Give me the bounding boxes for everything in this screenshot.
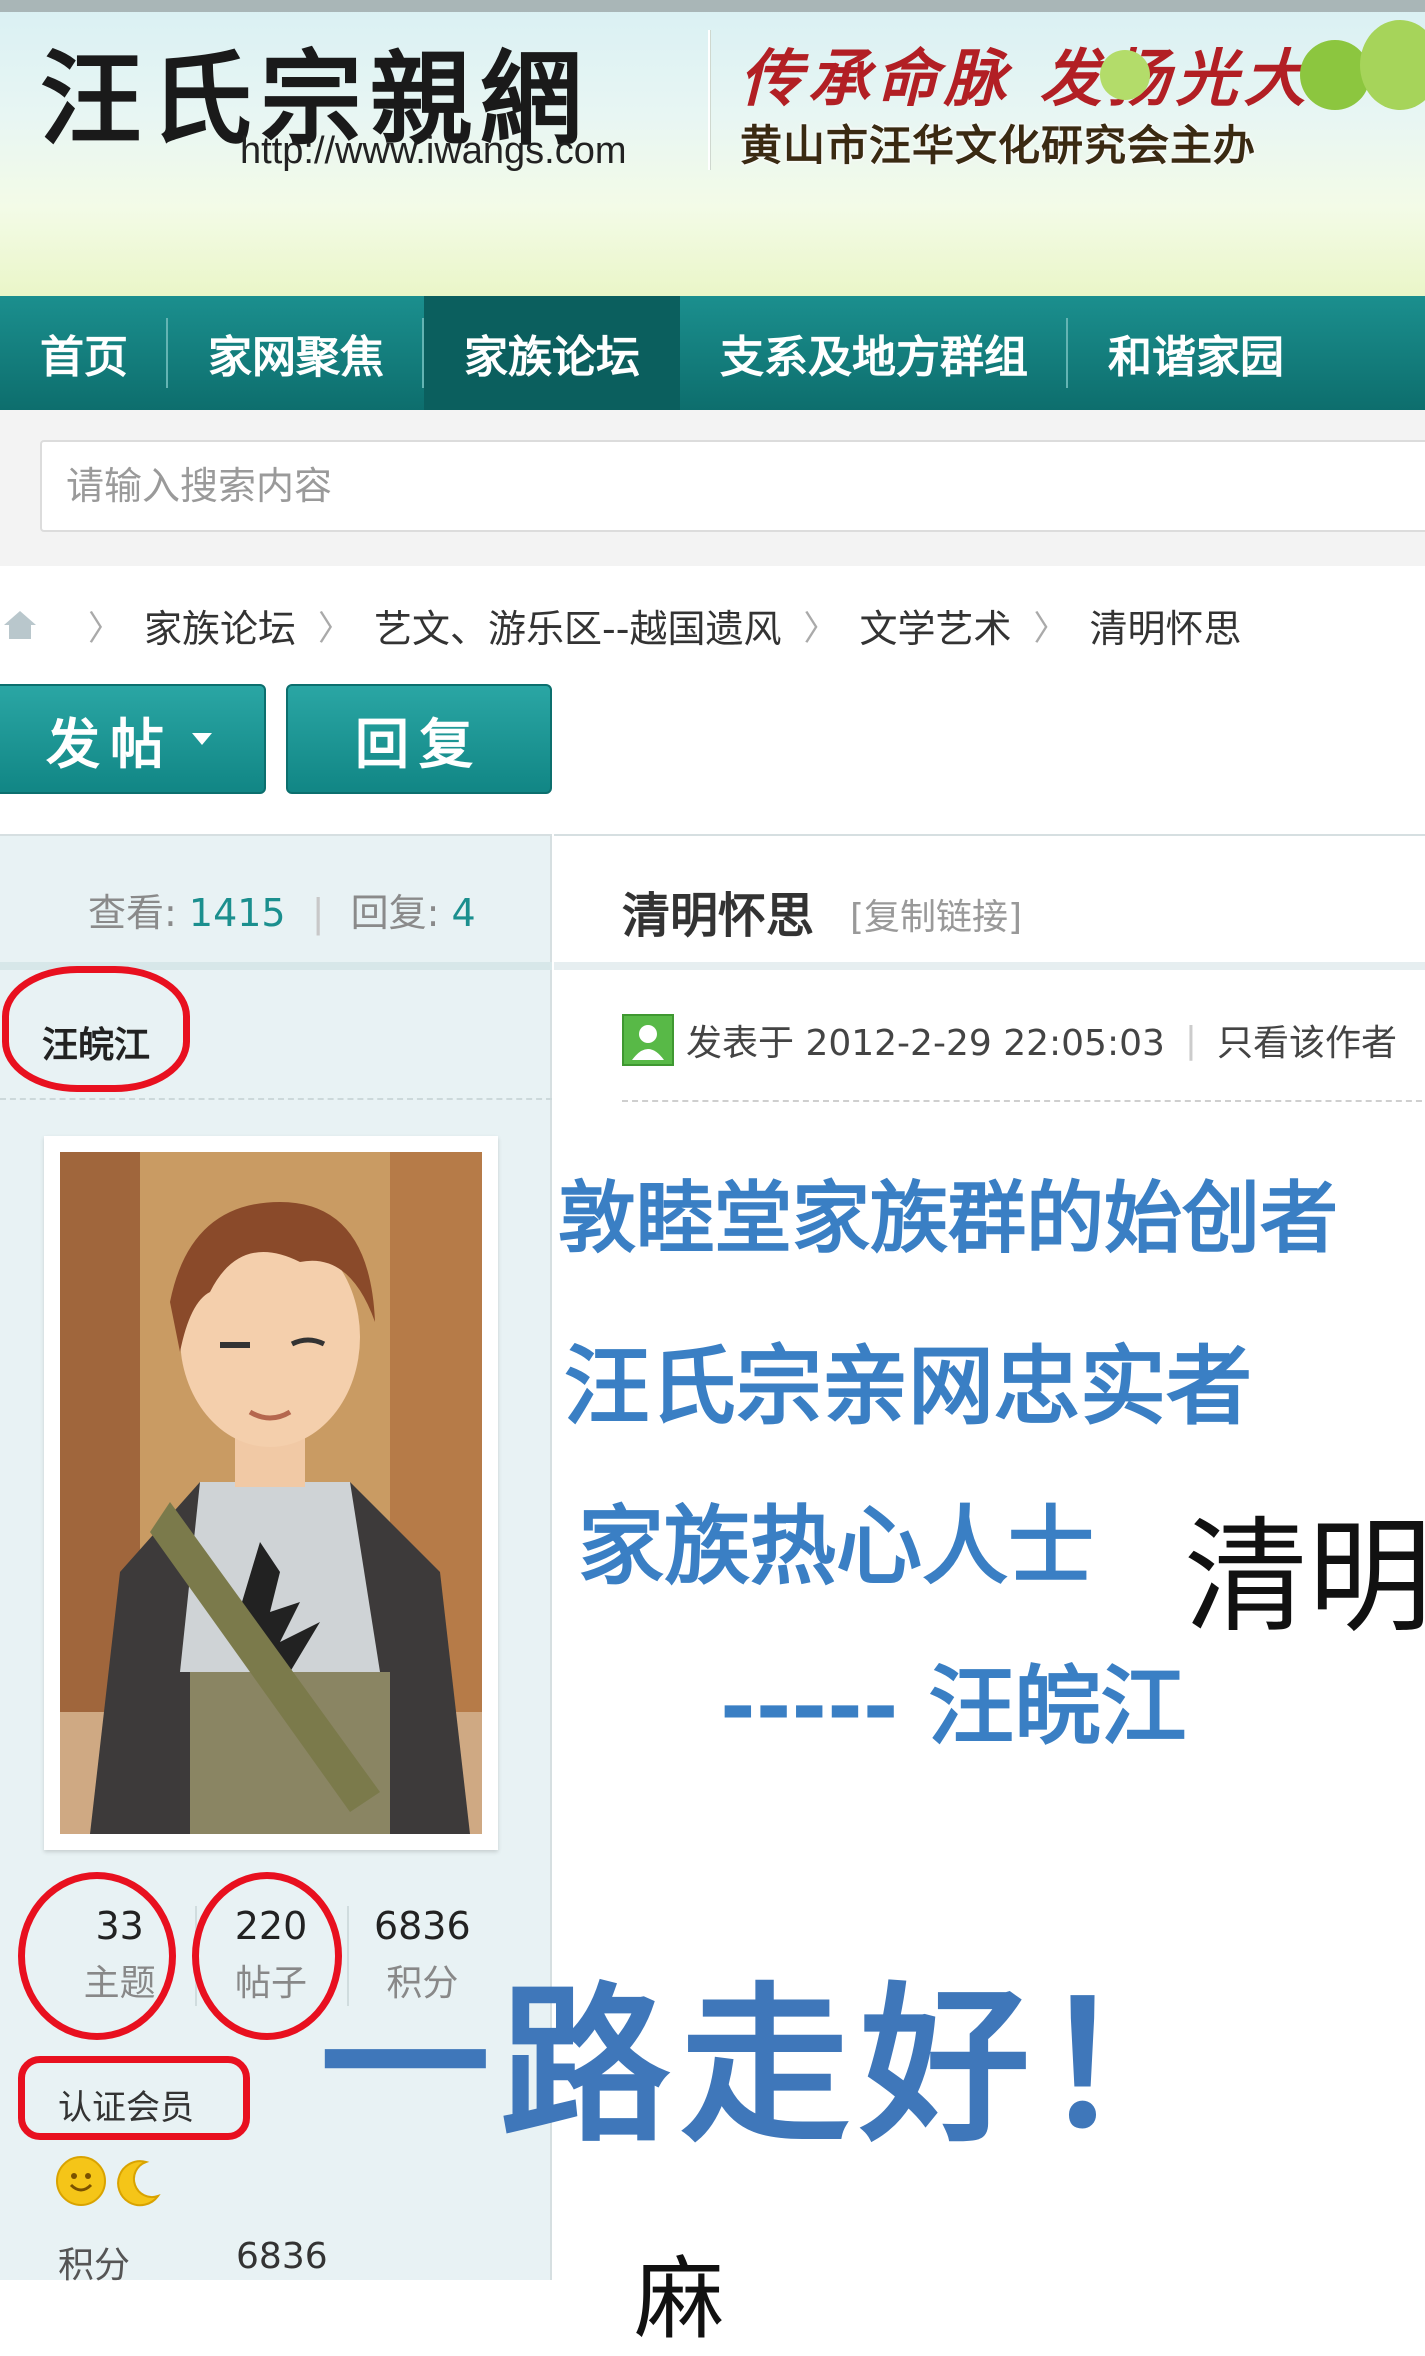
nav-item-forum[interactable]: 家族论坛 xyxy=(424,296,680,410)
avatar[interactable] xyxy=(44,1136,498,1850)
annotation-circle xyxy=(2,966,190,1092)
main-nav: 首页 家网聚焦 家族论坛 支系及地方群组 和谐家园 xyxy=(0,296,1425,410)
reply-button[interactable]: 回复 xyxy=(286,684,552,794)
score-label: 积分 xyxy=(58,2245,131,2286)
nav-item-home[interactable]: 首页 xyxy=(0,296,168,410)
score-value: 6836 xyxy=(236,2236,328,2277)
site-subtitle: 黄山市汪华文化研究会主办 xyxy=(740,121,1257,170)
breadcrumb: 〉 家族论坛 〉 艺文、游乐区--越国遗风 〉 文学艺术 〉 清明怀思 xyxy=(0,590,1241,660)
chevron-right-icon: 〉 xyxy=(803,608,838,649)
sidebar-divider xyxy=(0,1098,552,1100)
caret-down-icon xyxy=(192,733,212,745)
meta-separator: | xyxy=(1184,1019,1198,1061)
post-rule xyxy=(554,962,1425,970)
views-label: 查看: xyxy=(88,891,177,935)
image-text-line3: 家族热心人士 xyxy=(578,1497,1094,1597)
medals xyxy=(56,2156,164,2212)
tree-decoration xyxy=(1300,40,1370,110)
search-bar: 请输入搜索内容 xyxy=(0,410,1425,566)
new-post-label: 发帖 xyxy=(46,712,174,776)
breadcrumb-item[interactable]: 文学艺术 xyxy=(859,598,1011,653)
only-author-link[interactable]: 只看该作者 xyxy=(1217,1014,1397,1066)
image-text-black: 清明 xyxy=(1184,1506,1425,1650)
home-icon[interactable] xyxy=(0,605,40,645)
post-date: 发表于 2012-2-29 22:05:03 xyxy=(686,1023,1165,1064)
moon-medal-icon[interactable] xyxy=(112,2156,164,2208)
nav-item-groups[interactable]: 支系及地方群组 xyxy=(680,296,1068,410)
new-post-button[interactable]: 发帖 xyxy=(0,684,266,794)
tree-decoration xyxy=(1360,20,1425,110)
search-input[interactable]: 请输入搜索内容 xyxy=(40,440,1425,532)
replies-label: 回复: xyxy=(350,891,440,935)
image-text-line2: 汪氏宗亲网忠实者 xyxy=(564,1337,1252,1437)
chevron-right-icon: 〉 xyxy=(1033,608,1068,649)
image-text-line4: ----- 汪皖江 xyxy=(720,1657,1187,1757)
views-count: 1415 xyxy=(188,891,286,935)
thread-stats: 查看: 1415 | 回复: 4 xyxy=(88,882,476,937)
nav-item-harmony[interactable]: 和谐家园 xyxy=(1068,296,1324,410)
post-divider xyxy=(622,1100,1425,1102)
stats-separator: | xyxy=(311,891,325,935)
score-row: 积分 6836 xyxy=(58,2236,328,2288)
avatar-image xyxy=(60,1152,482,1834)
nav-item-focus[interactable]: 家网聚焦 xyxy=(168,296,424,410)
annotation-circle xyxy=(18,1872,176,2040)
breadcrumb-item[interactable]: 清明怀思 xyxy=(1089,598,1241,653)
post-meta: 发表于 2012-2-29 22:05:03 | 只看该作者 xyxy=(622,1014,1397,1066)
chevron-right-icon: 〉 xyxy=(318,608,353,649)
replies-count: 4 xyxy=(451,891,476,935)
breadcrumb-item[interactable]: 艺文、游乐区--越国遗风 xyxy=(374,598,781,653)
banner-divider xyxy=(708,30,710,170)
image-text-line1: 敦睦堂家族群的始创者 xyxy=(558,1174,1339,1264)
chevron-right-icon: 〉 xyxy=(88,608,122,649)
user-online-icon xyxy=(622,1014,674,1066)
site-banner: 汪氏宗親網 http://www.iwangs.com 传承命脉 发扬光大 黄山… xyxy=(0,0,1425,296)
copy-link[interactable]: [复制链接] xyxy=(850,888,1022,940)
post-title: 清明怀思 xyxy=(622,888,815,944)
annotation-circle xyxy=(18,2056,250,2140)
sun-medal-icon[interactable] xyxy=(56,2156,106,2206)
post-text-fragment: 麻 xyxy=(634,2247,724,2352)
breadcrumb-item[interactable]: 家族论坛 xyxy=(144,598,296,653)
image-text-farewell: 一路走好！ xyxy=(320,1968,1221,2166)
site-url: http://www.iwangs.com xyxy=(240,130,627,172)
status-strip xyxy=(0,0,1425,12)
tree-decoration xyxy=(1100,50,1150,100)
site-slogan: 传承命脉 发扬光大 xyxy=(740,42,1312,115)
